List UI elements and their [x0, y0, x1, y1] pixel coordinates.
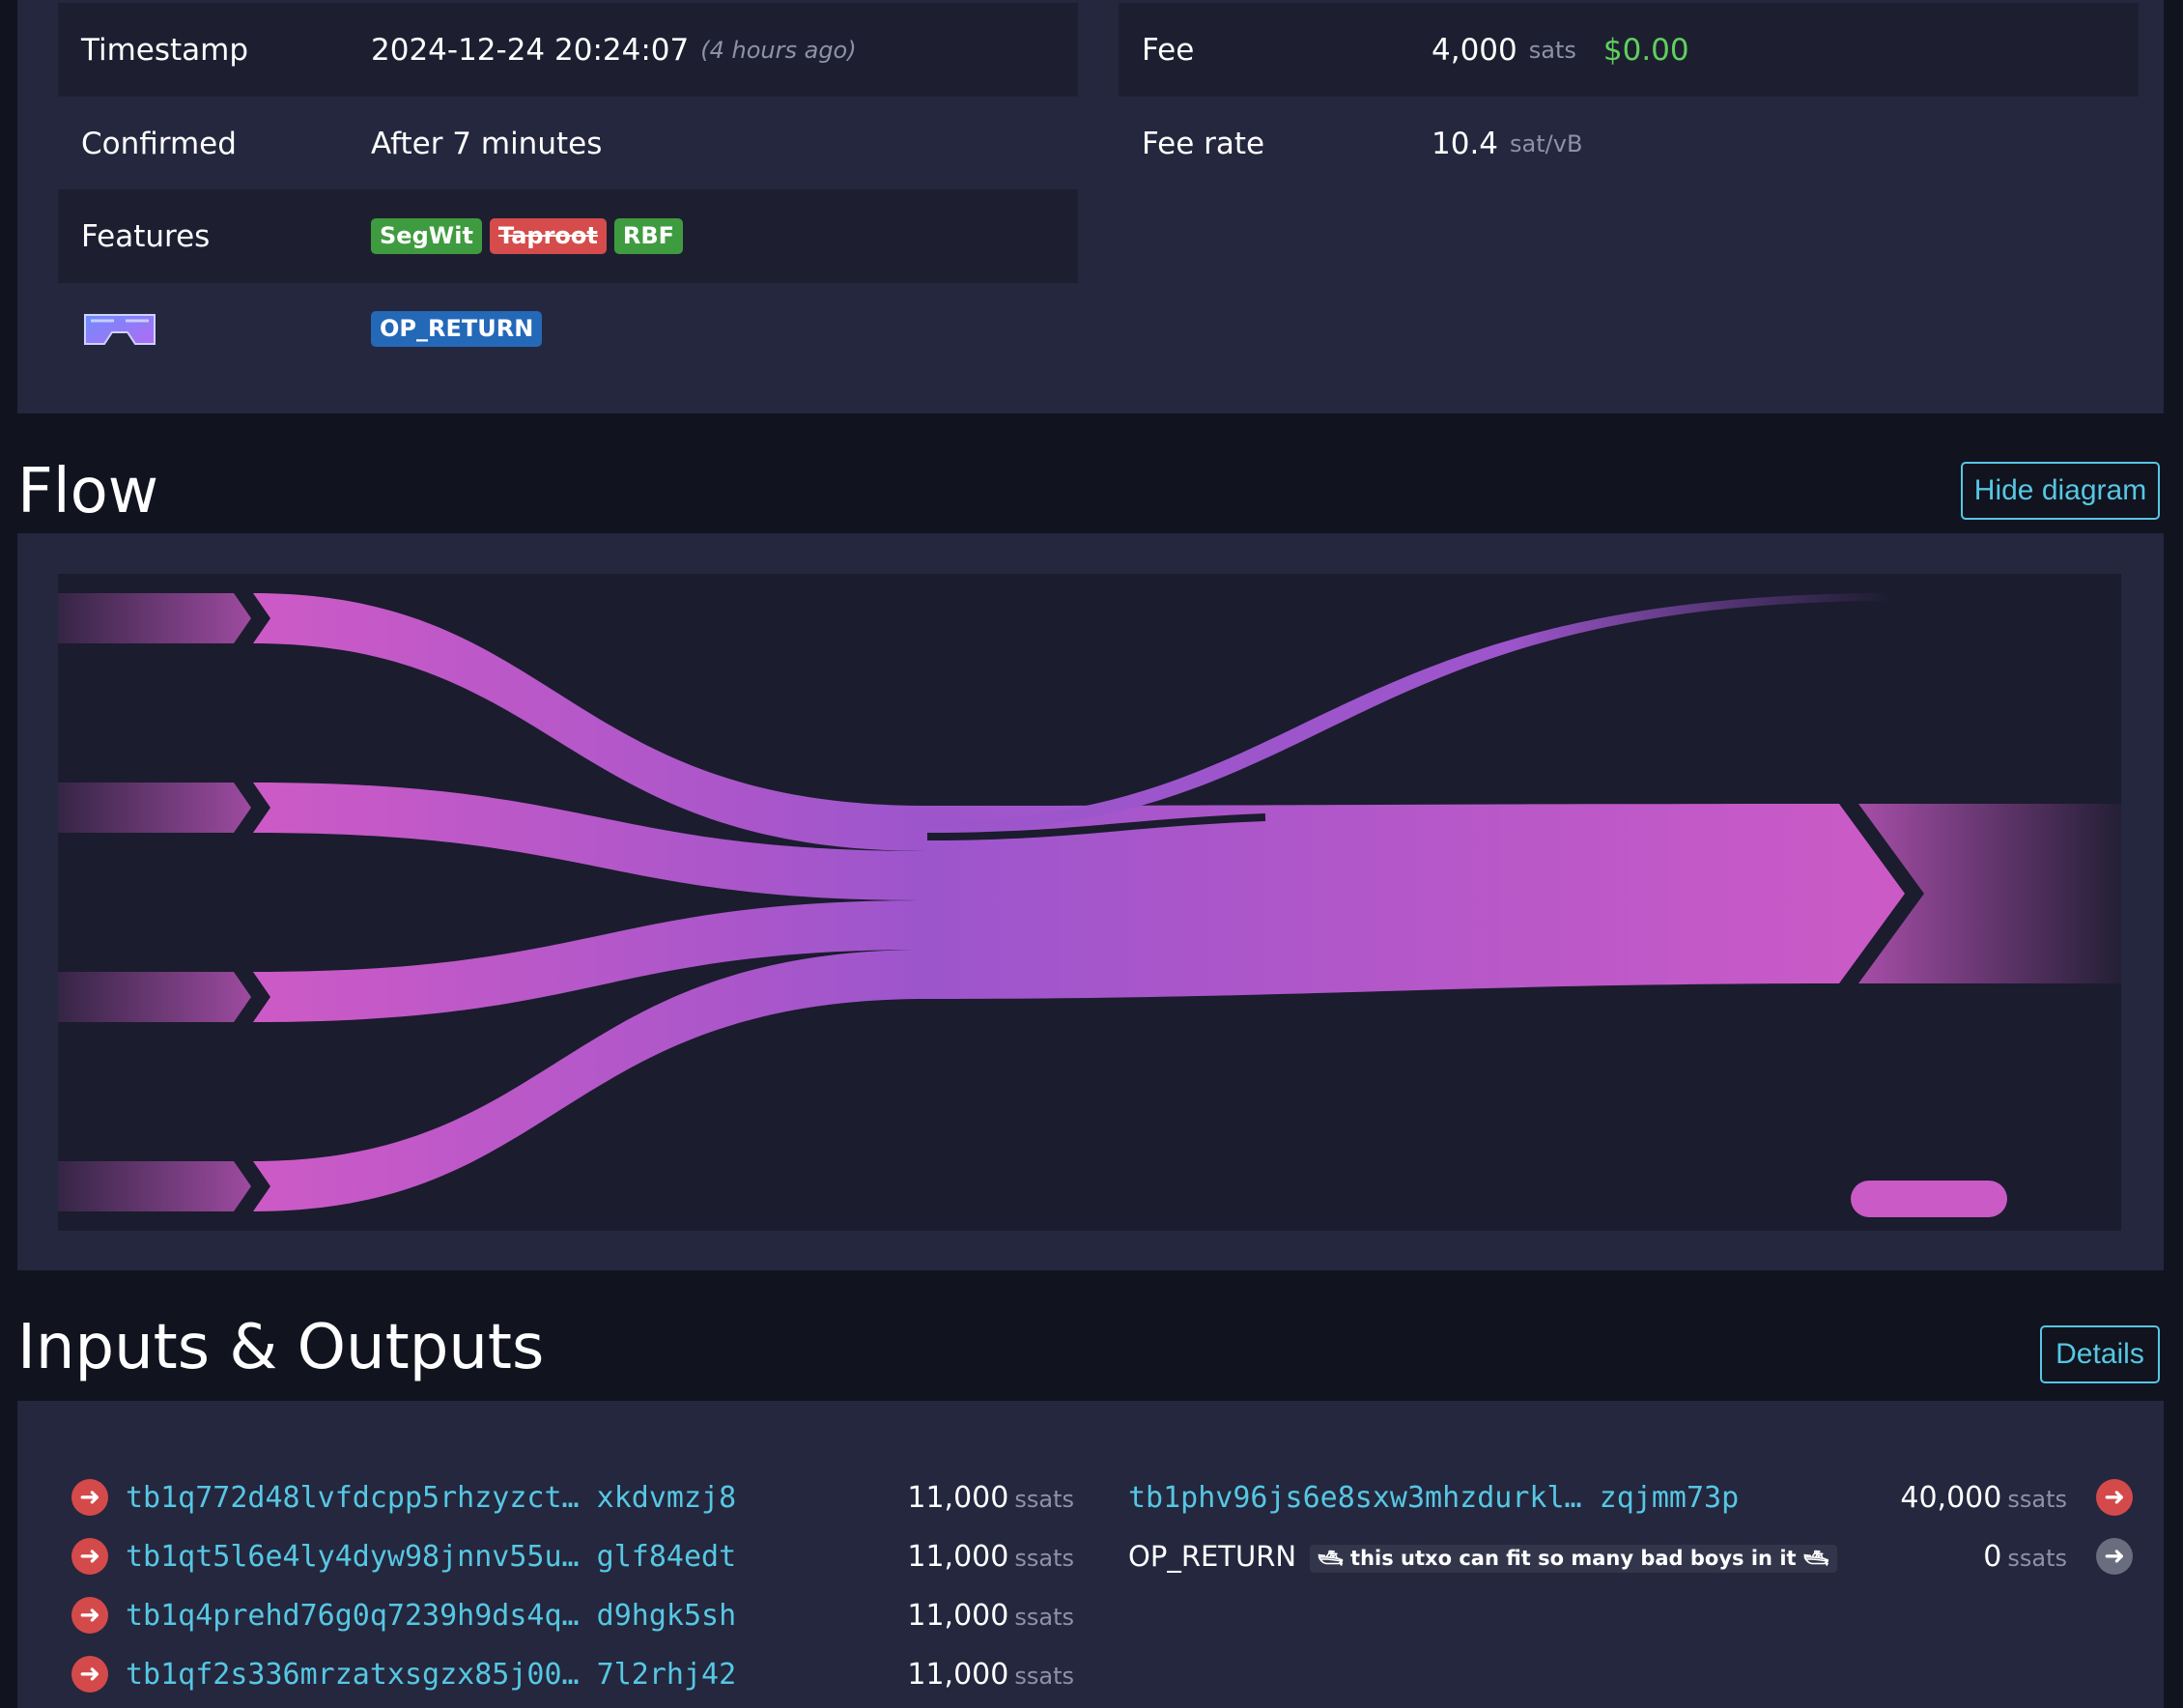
flow-card	[17, 533, 2164, 1270]
output-amount: 40,000 ssats	[1900, 1480, 2067, 1515]
op-return-label: OP_RETURN	[1128, 1540, 1297, 1573]
confirmed-label: Confirmed	[81, 126, 237, 161]
fee-rate-unit: sat/vB	[1510, 129, 1583, 157]
input-row: ➜ tb1qf2s336mrzatxsgzx85j00… 7l2rhj42 11…	[17, 1647, 1080, 1701]
features-label: Features	[81, 218, 211, 254]
confirmed-row: Confirmed After 7 minutes	[58, 97, 1078, 190]
op-return-row: OP_RETURN	[58, 282, 1078, 376]
timestamp-value: 2024-12-24 20:24:07 (4 hours ago)	[371, 33, 857, 68]
input-address[interactable]: tb1qt5l6e4ly4dyw98jnnv55u… glf84edt	[126, 1540, 736, 1574]
taproot-badge[interactable]: Taproot	[489, 218, 607, 254]
input-arrow-icon[interactable]: ➜	[71, 1597, 108, 1634]
input-arrow-icon[interactable]: ➜	[71, 1656, 108, 1693]
fee-rate-label: Fee rate	[1142, 126, 1265, 161]
flow-diagram	[58, 574, 2121, 1231]
op-return-value: OP_RETURN	[371, 311, 543, 347]
features-badges: SegWit Taproot RBF	[371, 218, 684, 254]
fee-label: Fee	[1142, 32, 1195, 68]
output-row: tb1phv96js6e8sxw3mhzdurkl… zqjmm73p 40,0…	[1128, 1470, 2133, 1524]
input-amount: 11,000 ssats	[907, 1598, 1074, 1633]
input-stub-2[interactable]	[58, 783, 251, 833]
input-stub-3[interactable]	[58, 972, 251, 1022]
input-amount: 11,000 ssats	[907, 1657, 1074, 1692]
features-row: Features SegWit Taproot RBF	[58, 189, 1078, 283]
fee-rate-value: 10.4 sat/vB	[1432, 127, 1582, 161]
output-row: OP_RETURN 🛥 this utxo can fit so many bad…	[1128, 1529, 2133, 1583]
fee-amount: 4,000	[1432, 32, 1517, 68]
input-row: ➜ tb1q4prehd76g0q7239h9ds4q… d9hgk5sh 11…	[17, 1588, 1080, 1642]
details-button[interactable]: Details	[2040, 1325, 2160, 1383]
input-amount: 11,000 ssats	[907, 1539, 1074, 1574]
input-stub-1[interactable]	[58, 593, 251, 643]
flow-title: Flow	[17, 456, 159, 527]
input-address[interactable]: tb1qf2s336mrzatxsgzx85j00… 7l2rhj42	[126, 1658, 736, 1692]
output-amount: 0 ssats	[1983, 1539, 2067, 1574]
fee-fiat: $0.00	[1602, 32, 1689, 68]
output-arrow-icon[interactable]: ➜	[2096, 1538, 2133, 1575]
segwit-badge[interactable]: SegWit	[371, 218, 482, 254]
rbf-badge[interactable]: RBF	[613, 218, 684, 254]
hide-diagram-button[interactable]: Hide diagram	[1961, 462, 2160, 520]
fee-pill[interactable]	[1851, 1181, 2007, 1217]
input-amount: 11,000 ssats	[907, 1480, 1074, 1515]
input-row: ➜ tb1qt5l6e4ly4dyw98jnnv55u… glf84edt 11…	[17, 1529, 1080, 1583]
fee-rate-row: Fee rate 10.4 sat/vB	[1119, 97, 2139, 190]
timestamp-relative: (4 hours ago)	[700, 36, 857, 64]
fee-value: 4,000 sats $0.00	[1432, 33, 1689, 68]
inputs-outputs-card: ➜ tb1q772d48lvfdcpp5rhzyzct… xkdvmzj8 11…	[17, 1401, 2164, 1708]
input-arrow-icon[interactable]: ➜	[71, 1538, 108, 1575]
op-return-badge[interactable]: OP_RETURN	[371, 311, 543, 347]
inputs-outputs-title: Inputs & Outputs	[17, 1312, 545, 1383]
op-return-message: 🛥 this utxo can fit so many bad boys in …	[1310, 1544, 1837, 1573]
fee-row: Fee 4,000 sats $0.00	[1119, 3, 2139, 97]
input-arrow-icon[interactable]: ➜	[71, 1479, 108, 1516]
op-return-output: OP_RETURN 🛥 this utxo can fit so many bad…	[1128, 1540, 1837, 1573]
timestamp-datetime: 2024-12-24 20:24:07	[371, 32, 690, 68]
goggles-icon	[81, 311, 158, 352]
input-address[interactable]: tb1q772d48lvfdcpp5rhzyzct… xkdvmzj8	[126, 1481, 736, 1515]
input-stub-4[interactable]	[58, 1161, 251, 1211]
input-row: ➜ tb1q772d48lvfdcpp5rhzyzct… xkdvmzj8 11…	[17, 1470, 1080, 1524]
fee-unit: sats	[1528, 36, 1576, 64]
output-arrow-icon[interactable]: ➜	[2096, 1479, 2133, 1516]
timestamp-row: Timestamp 2024-12-24 20:24:07 (4 hours a…	[58, 3, 1078, 97]
fee-rate-number: 10.4	[1432, 126, 1499, 161]
output-address[interactable]: tb1phv96js6e8sxw3mhzdurkl… zqjmm73p	[1128, 1481, 1739, 1515]
timestamp-label: Timestamp	[81, 32, 249, 68]
transaction-details-card: Timestamp 2024-12-24 20:24:07 (4 hours a…	[17, 0, 2164, 413]
confirmed-value: After 7 minutes	[371, 126, 603, 161]
input-address[interactable]: tb1q4prehd76g0q7239h9ds4q… d9hgk5sh	[126, 1599, 736, 1633]
